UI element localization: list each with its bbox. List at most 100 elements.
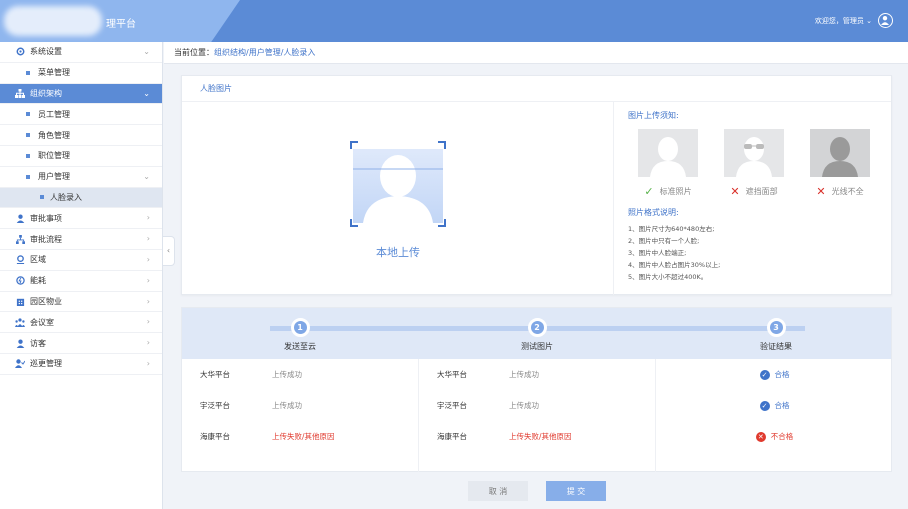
upload-status: 上传失败/其他原因 [272, 432, 335, 441]
check-icon: ✓ [644, 185, 654, 198]
sidebar-item-label: 菜单管理 [38, 68, 70, 78]
sidebar-item-top[interactable]: 系统设置 ⌄ [0, 42, 162, 63]
platform-name: 海康平台 [200, 432, 230, 441]
platform-name: 宇泛平台 [437, 401, 467, 410]
sidebar-item-top[interactable]: 审批事项 › [0, 208, 162, 230]
meeting-icon [15, 317, 25, 327]
sidebar-menu: 系统设置 ⌄ 菜单管理组织架构 ⌄ 员工管理 角色管理 职位管理 用户管理 ⌄ 人脸录入审批事项 ›… [0, 42, 163, 509]
step-test-image: 2 测试图片 [497, 318, 577, 352]
face-image-card: 人脸图片 本地上传 图片上传须知: ✓ 标准照片 ✕ 遮挡面部 ✕ 光线不全 照… [181, 75, 892, 295]
upload-status: 上传成功 [509, 370, 539, 379]
building-icon [15, 296, 25, 306]
pass-check-icon: ✓ [759, 400, 770, 411]
chevron-right-icon: › [146, 213, 150, 223]
welcome-user-menu[interactable]: 欢迎您，管理员 ⌄ [815, 16, 872, 26]
bullet-icon [26, 133, 30, 138]
face-card-title: 人脸图片 [182, 76, 891, 102]
sidebar-item-top[interactable]: 组织架构 ⌄ [0, 83, 162, 105]
verify-label: 合格 [774, 401, 790, 410]
pass-check-icon: ✓ [759, 369, 770, 380]
chevron-right-icon: › [146, 338, 150, 348]
standard-photo-icon [638, 129, 698, 177]
sidebar-item-label: 能耗 [30, 276, 46, 286]
scan-corner [438, 141, 446, 149]
result-row: 海康平台 上传失败/其他原因 [419, 421, 655, 452]
blurred-logo [4, 6, 102, 36]
face-silhouette-icon [353, 155, 443, 223]
chevron-right-icon: › [146, 317, 150, 327]
format-title: 照片格式说明: [628, 208, 679, 217]
result-row: 海康平台 上传失败/其他原因 [182, 421, 418, 452]
org-chart-icon [15, 88, 25, 98]
scan-corner [350, 219, 358, 227]
chevron-right-icon: › [146, 296, 150, 306]
submit-button[interactable]: 提 交 [546, 481, 606, 501]
result-row: 大华平台 上传成功 [419, 359, 655, 390]
cross-icon: ✕ [816, 185, 826, 198]
steps-progress: 1 发送至云 2 测试图片 3 验证结果 [182, 308, 891, 359]
sidebar-item-sub[interactable]: 员工管理 [0, 104, 162, 126]
tips-title: 图片上传须知: [628, 111, 679, 120]
results-column-verify: ✓ 合格 ✓ 合格 ✕ 不合格 [656, 359, 893, 452]
rule-line: 5、图片大小不超过400K。 [628, 273, 708, 281]
breadcrumb-path[interactable]: 组织结构/用户管理/人脸录入 [214, 48, 315, 57]
upload-status: 上传失败/其他原因 [509, 432, 572, 441]
verify-row: ✕ 不合格 [656, 421, 893, 452]
occluded-face-icon [724, 129, 784, 177]
sidebar-item-sub[interactable]: 用户管理 ⌄ [0, 167, 162, 188]
result-row: 宇泛平台 上传成功 [419, 390, 655, 421]
sidebar-item-top[interactable]: 会议室 › [0, 312, 162, 334]
cross-icon: ✕ [730, 185, 740, 198]
sidebar-item-top[interactable]: 访客 › [0, 333, 162, 354]
chevron-right-icon: › [146, 358, 150, 368]
step-number: 2 [527, 318, 547, 337]
top-header: 理平台 欢迎您，管理员 ⌄ [0, 0, 908, 42]
gear-icon [15, 47, 25, 57]
workflow-icon [15, 234, 25, 244]
sidebar-item-sub[interactable]: 人脸录入 [0, 187, 162, 209]
result-row: 宇泛平台 上传成功 [182, 390, 418, 421]
bullet-icon [26, 153, 30, 158]
visitor-icon [15, 338, 25, 348]
sidebar-item-label: 组织架构 [30, 88, 62, 98]
sidebar-item-label: 审批事项 [30, 213, 62, 223]
location-icon [15, 255, 25, 265]
rule-line: 4、图片中人脸占图片30%以上; [628, 261, 721, 269]
sidebar-item-label: 园区物业 [30, 296, 62, 306]
cancel-button[interactable]: 取 消 [468, 481, 528, 501]
sidebar-item-top[interactable]: 能耗 › [0, 271, 162, 292]
sample-label: 光线不全 [831, 187, 864, 196]
result-row: 大华平台 上传成功 [182, 359, 418, 390]
patrol-icon [15, 359, 25, 369]
sample-standard: ✓ 标准照片 [638, 129, 698, 198]
scan-corner [350, 141, 358, 149]
sidebar-item-top[interactable]: 区域 › [0, 250, 162, 271]
sidebar-item-label: 访客 [30, 338, 46, 348]
user-avatar-icon[interactable] [878, 13, 893, 28]
upload-status: 上传成功 [509, 401, 539, 410]
chevron-right-icon: › [146, 254, 150, 264]
sidebar-item-label: 人脸录入 [50, 192, 82, 202]
platform-name: 宇泛平台 [200, 401, 230, 410]
sidebar-item-label: 巡更管理 [30, 359, 62, 369]
sample-occluded: ✕ 遮挡面部 [724, 129, 784, 198]
sidebar-item-label: 审批流程 [30, 234, 62, 244]
platform-name: 大华平台 [200, 370, 230, 379]
sample-label: 标准照片 [659, 187, 692, 196]
verify-label: 合格 [774, 370, 790, 379]
sidebar-item-sub[interactable]: 菜单管理 [0, 63, 162, 84]
sidebar-item-top[interactable]: 巡更管理 › [0, 354, 162, 375]
sidebar-item-sub[interactable]: 角色管理 [0, 125, 162, 146]
face-upload-area[interactable] [350, 141, 446, 227]
local-upload-button[interactable]: 本地上传 [362, 244, 434, 260]
sidebar-collapse-handle[interactable]: ‹ [163, 236, 175, 266]
upload-tips: 图片上传须知: ✓ 标准照片 ✕ 遮挡面部 ✕ 光线不全 照片格式说明: 1、图片尺寸… [613, 102, 892, 295]
bullet-icon [26, 70, 30, 75]
sidebar-item-top[interactable]: 园区物业 › [0, 292, 162, 313]
step-label: 验证结果 [760, 342, 792, 351]
rule-line: 1、图片尺寸为640*480左右; [628, 225, 715, 233]
verify-row: ✓ 合格 [656, 390, 893, 421]
verification-steps-card: 1 发送至云 2 测试图片 3 验证结果 大华平台 上传成功 宇泛平台 上传成功 海… [181, 307, 892, 472]
sidebar-item-top[interactable]: 审批流程 › [0, 229, 162, 250]
sidebar-item-sub[interactable]: 职位管理 [0, 146, 162, 167]
